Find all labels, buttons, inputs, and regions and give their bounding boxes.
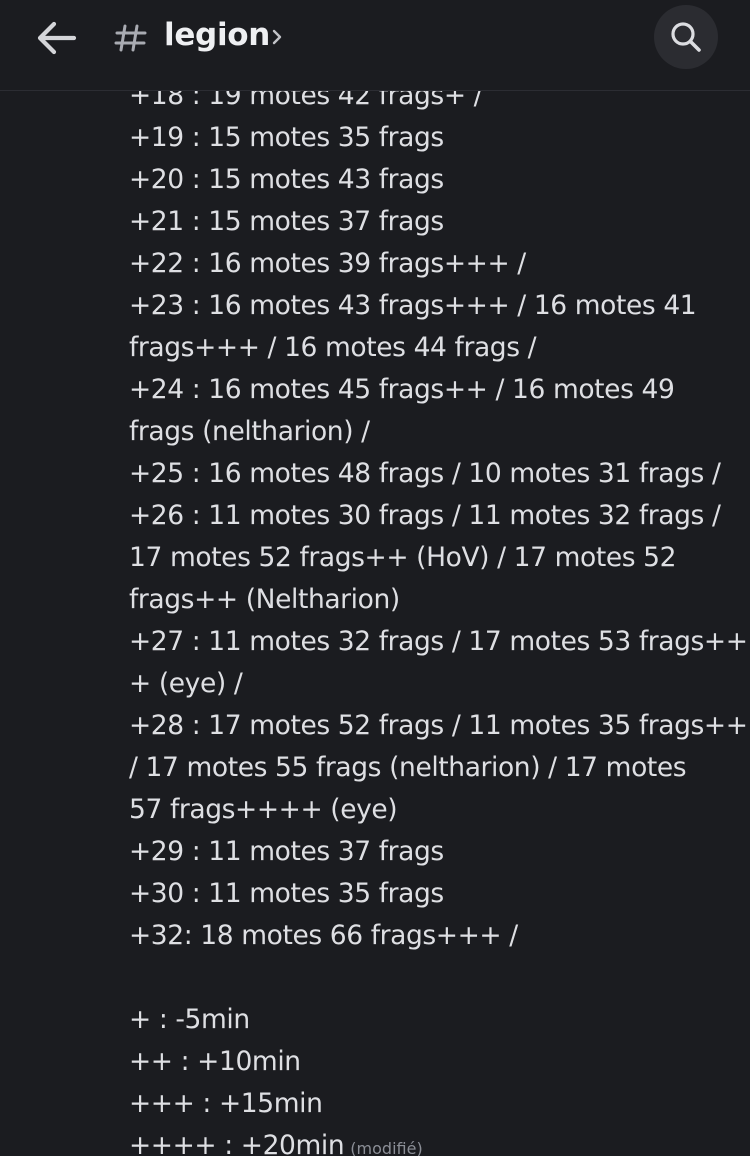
message-line: + (eye) / <box>129 663 729 705</box>
message-line: +19 : 15 motes 35 frags <box>129 117 729 159</box>
message-line: +30 : 11 motes 35 frags <box>129 873 729 915</box>
edited-label: (modifié) <box>350 1139 423 1156</box>
message-line: ++ : +10min <box>129 1041 729 1083</box>
message-line-text: +25 : 16 motes 48 frags / 10 motes 31 fr… <box>129 458 721 489</box>
message-line: +24 : 16 motes 45 frags++ / 16 motes 49 <box>129 369 729 411</box>
message-line-text: +30 : 11 motes 35 frags <box>129 878 444 909</box>
channel-name[interactable]: legion <box>164 17 270 53</box>
message-line-text: frags (neltharion) / <box>129 416 370 447</box>
message-line-text: +29 : 11 motes 37 frags <box>129 836 444 867</box>
message-line: +28 : 17 motes 52 frags / 11 motes 35 fr… <box>129 705 748 747</box>
message-line-text: +18 : 19 motes 42 frags+ / <box>129 91 483 111</box>
search-button[interactable] <box>654 5 718 69</box>
message-line: ++++ : +20min (modifié) <box>129 1125 729 1156</box>
message-line-text: frags++ (Neltharion) <box>129 584 400 615</box>
message-line: / 17 motes 55 frags (neltharion) / 17 mo… <box>129 747 729 789</box>
message-line: +32: 18 motes 66 frags+++ / <box>129 915 729 957</box>
message-line: +25 : 16 motes 48 frags / 10 motes 31 fr… <box>129 453 729 495</box>
message-line: frags (neltharion) / <box>129 411 729 453</box>
message-line: +22 : 16 motes 39 frags+++ / <box>129 243 729 285</box>
channel-header: legion <box>0 0 750 91</box>
message-line: +++ : +15min <box>129 1083 729 1125</box>
message-line: +23 : 16 motes 43 frags+++ / 16 motes 41 <box>129 285 729 327</box>
message-line-text: +32: 18 motes 66 frags+++ / <box>129 920 518 951</box>
message-line-text: +19 : 15 motes 35 frags <box>129 122 444 153</box>
message-content: +18 : 19 motes 42 frags+ / +19 : 15 motes… <box>129 91 748 1156</box>
search-icon <box>671 22 701 52</box>
message-line-text: + : -5min <box>129 1004 250 1035</box>
message-line: +27 : 11 motes 32 frags / 17 motes 53 fr… <box>129 621 748 663</box>
message-line-text: 57 frags++++ (eye) <box>129 794 398 825</box>
message-line-text: +23 : 16 motes 43 frags+++ / 16 motes 41 <box>129 290 697 321</box>
message-line: +26 : 11 motes 30 frags / 11 motes 32 fr… <box>129 495 729 537</box>
chevron-right-icon[interactable] <box>268 24 286 50</box>
message-line-text: ++ : +10min <box>129 1046 301 1077</box>
message-line-text: +++ : +15min <box>129 1088 323 1119</box>
channel-hash-icon <box>112 14 150 62</box>
message-line: 57 frags++++ (eye) <box>129 789 729 831</box>
message-line-text: +24 : 16 motes 45 frags++ / 16 motes 49 <box>129 374 675 405</box>
message-line-text: +26 : 11 motes 30 frags / 11 motes 32 fr… <box>129 500 721 531</box>
message-line-text: frags+++ / 16 motes 44 frags / <box>129 332 537 363</box>
message-line-text: / 17 motes 55 frags (neltharion) / 17 mo… <box>129 752 687 783</box>
message-line-text: + (eye) / <box>129 668 243 699</box>
message-line-text: +22 : 16 motes 39 frags+++ / <box>129 248 526 279</box>
message-line: frags+++ / 16 motes 44 frags / <box>129 327 729 369</box>
message-line-text: +27 : 11 motes 32 frags / 17 motes 53 fr… <box>129 626 748 657</box>
back-button[interactable] <box>30 14 82 62</box>
message-line: 17 motes 52 frags++ (HoV) / 17 motes 52 <box>129 537 729 579</box>
message-list[interactable]: +18 : 19 motes 42 frags+ / +19 : 15 motes… <box>0 91 750 1156</box>
message-line-text: +28 : 17 motes 52 frags / 11 motes 35 fr… <box>129 710 748 741</box>
message-line: +20 : 15 motes 43 frags <box>129 159 729 201</box>
message-line-text: +20 : 15 motes 43 frags <box>129 164 444 195</box>
arrow-left-icon <box>37 21 77 55</box>
message-line: +21 : 15 motes 37 frags <box>129 201 729 243</box>
message-line: + : -5min <box>129 999 729 1041</box>
message-line-text: +21 : 15 motes 37 frags <box>129 206 444 237</box>
message-line: +29 : 11 motes 37 frags <box>129 831 729 873</box>
message-line: +18 : 19 motes 42 frags+ / <box>129 91 729 117</box>
message-line: frags++ (Neltharion) <box>129 579 729 621</box>
message-line-text: ++++ : +20min <box>129 1130 345 1156</box>
message-line-text: 17 motes 52 frags++ (HoV) / 17 motes 52 <box>129 542 677 573</box>
